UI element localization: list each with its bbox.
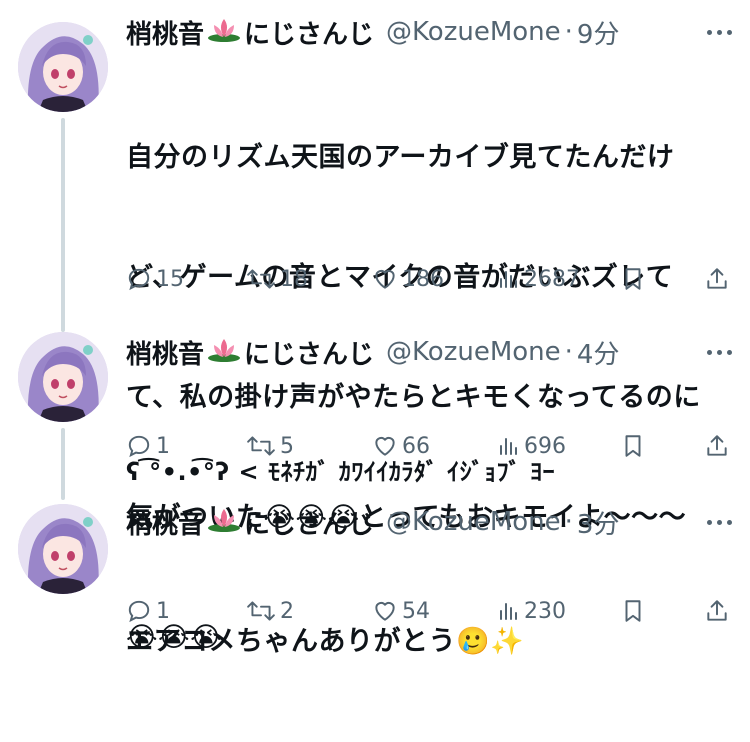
- separator-dot: ·: [564, 17, 573, 47]
- timestamp[interactable]: 4分: [577, 334, 620, 371]
- views-count: 2687: [524, 266, 580, 292]
- reply-count: 1: [156, 598, 170, 624]
- avatar[interactable]: [18, 504, 108, 594]
- share-icon: [707, 600, 727, 621]
- views-count: 696: [524, 433, 566, 459]
- separator-dot: ·: [564, 337, 573, 367]
- like-button[interactable]: 186: [372, 266, 444, 292]
- bookmark-button[interactable]: [622, 598, 648, 624]
- timestamp[interactable]: 3分: [577, 504, 620, 541]
- user-handle[interactable]: @KozueMone: [386, 337, 561, 367]
- share-button[interactable]: [704, 433, 734, 459]
- views-icon: [500, 271, 517, 288]
- views-icon: [500, 438, 517, 455]
- tweet[interactable]: 梢桃音 にじさんじ @KozueMone · 9分 自分のリズム天国のアーカイブ…: [0, 0, 750, 653]
- like-count: 66: [402, 433, 430, 459]
- reply-button[interactable]: 1: [126, 598, 170, 624]
- share-icon: [707, 268, 727, 289]
- user-handle[interactable]: @KozueMone: [386, 507, 561, 537]
- more-options-icon[interactable]: [702, 332, 732, 372]
- share-button[interactable]: [704, 266, 734, 292]
- views-icon: [500, 603, 517, 620]
- bookmark-icon: [625, 268, 641, 290]
- heart-icon: [375, 269, 395, 289]
- like-count: 186: [402, 266, 444, 292]
- tweet-header: 梢桃音 にじさんじ @KozueMone · 3分: [126, 502, 732, 542]
- share-button[interactable]: [704, 598, 734, 624]
- display-name-suffix[interactable]: にじさんじ: [244, 334, 374, 371]
- reply-count: 15: [156, 266, 184, 292]
- tweet-header: 梢桃音 にじさんじ @KozueMone · 9分: [126, 12, 732, 52]
- tweet-actions: 15 18 186 2687: [0, 259, 750, 299]
- tweet-actions: 1 2 54 230: [0, 591, 750, 631]
- tweet-header: 梢桃音 にじさんじ @KozueMone · 4分: [126, 332, 732, 372]
- views-button[interactable]: 230: [496, 598, 566, 624]
- share-icon: [707, 435, 727, 456]
- like-count: 54: [402, 598, 430, 624]
- like-button[interactable]: 54: [372, 598, 430, 624]
- display-name-suffix[interactable]: にじさんじ: [244, 14, 374, 51]
- display-name-suffix[interactable]: にじさんじ: [244, 504, 374, 541]
- views-count: 230: [524, 598, 566, 624]
- more-options-icon[interactable]: [702, 12, 732, 52]
- retweet-icon: [247, 601, 275, 621]
- retweet-icon: [247, 436, 275, 456]
- views-button[interactable]: 2687: [496, 266, 580, 292]
- views-button[interactable]: 696: [496, 433, 566, 459]
- bookmark-icon: [625, 435, 641, 457]
- separator-dot: ·: [564, 507, 573, 537]
- tweet[interactable]: 梢桃音 にじさんじ @KozueMone · 3分 エアコメちゃんありがとう🥲✨…: [0, 490, 750, 657]
- reply-button[interactable]: 15: [126, 266, 184, 292]
- heart-icon: [375, 601, 395, 621]
- lotus-emoji-icon: [206, 505, 242, 540]
- timestamp[interactable]: 9分: [577, 14, 620, 51]
- display-name[interactable]: 梢桃音: [126, 334, 204, 371]
- retweet-button[interactable]: 5: [246, 433, 294, 459]
- display-name[interactable]: 梢桃音: [126, 14, 204, 51]
- avatar[interactable]: [18, 332, 108, 422]
- bookmark-icon: [625, 600, 641, 622]
- lotus-emoji-icon: [206, 15, 242, 50]
- like-button[interactable]: 66: [372, 433, 430, 459]
- tweet-thread: 梢桃音 にじさんじ @KozueMone · 9分 自分のリズム天国のアーカイブ…: [0, 0, 750, 657]
- retweet-button[interactable]: 18: [246, 266, 308, 292]
- retweet-count: 18: [280, 266, 308, 292]
- bookmark-button[interactable]: [622, 266, 648, 292]
- avatar[interactable]: [18, 22, 108, 112]
- retweet-icon: [247, 269, 275, 289]
- more-options-icon[interactable]: [702, 502, 732, 542]
- tweet-text-line: 自分のリズム天国のアーカイブ見てたんだけ: [126, 142, 675, 173]
- tweet-actions: 1 5 66 696: [0, 426, 750, 466]
- reply-icon: [128, 600, 150, 623]
- user-handle[interactable]: @KozueMone: [386, 17, 561, 47]
- reply-count: 1: [156, 433, 170, 459]
- heart-icon: [375, 436, 395, 456]
- reply-button[interactable]: 1: [126, 433, 170, 459]
- tweet-text: エアコメちゃんありがとう🥲✨: [126, 542, 732, 742]
- reply-icon: [128, 268, 150, 291]
- retweet-count: 5: [280, 433, 294, 459]
- tweet[interactable]: 梢桃音 にじさんじ @KozueMone · 4分 ʕ ͡°•.•͡°ʔ < ﾓ…: [0, 320, 750, 500]
- bookmark-button[interactable]: [622, 433, 648, 459]
- thread-connector: [61, 118, 65, 332]
- retweet-count: 2: [280, 598, 294, 624]
- display-name[interactable]: 梢桃音: [126, 504, 204, 541]
- reply-icon: [128, 435, 150, 458]
- retweet-button[interactable]: 2: [246, 598, 294, 624]
- lotus-emoji-icon: [206, 335, 242, 370]
